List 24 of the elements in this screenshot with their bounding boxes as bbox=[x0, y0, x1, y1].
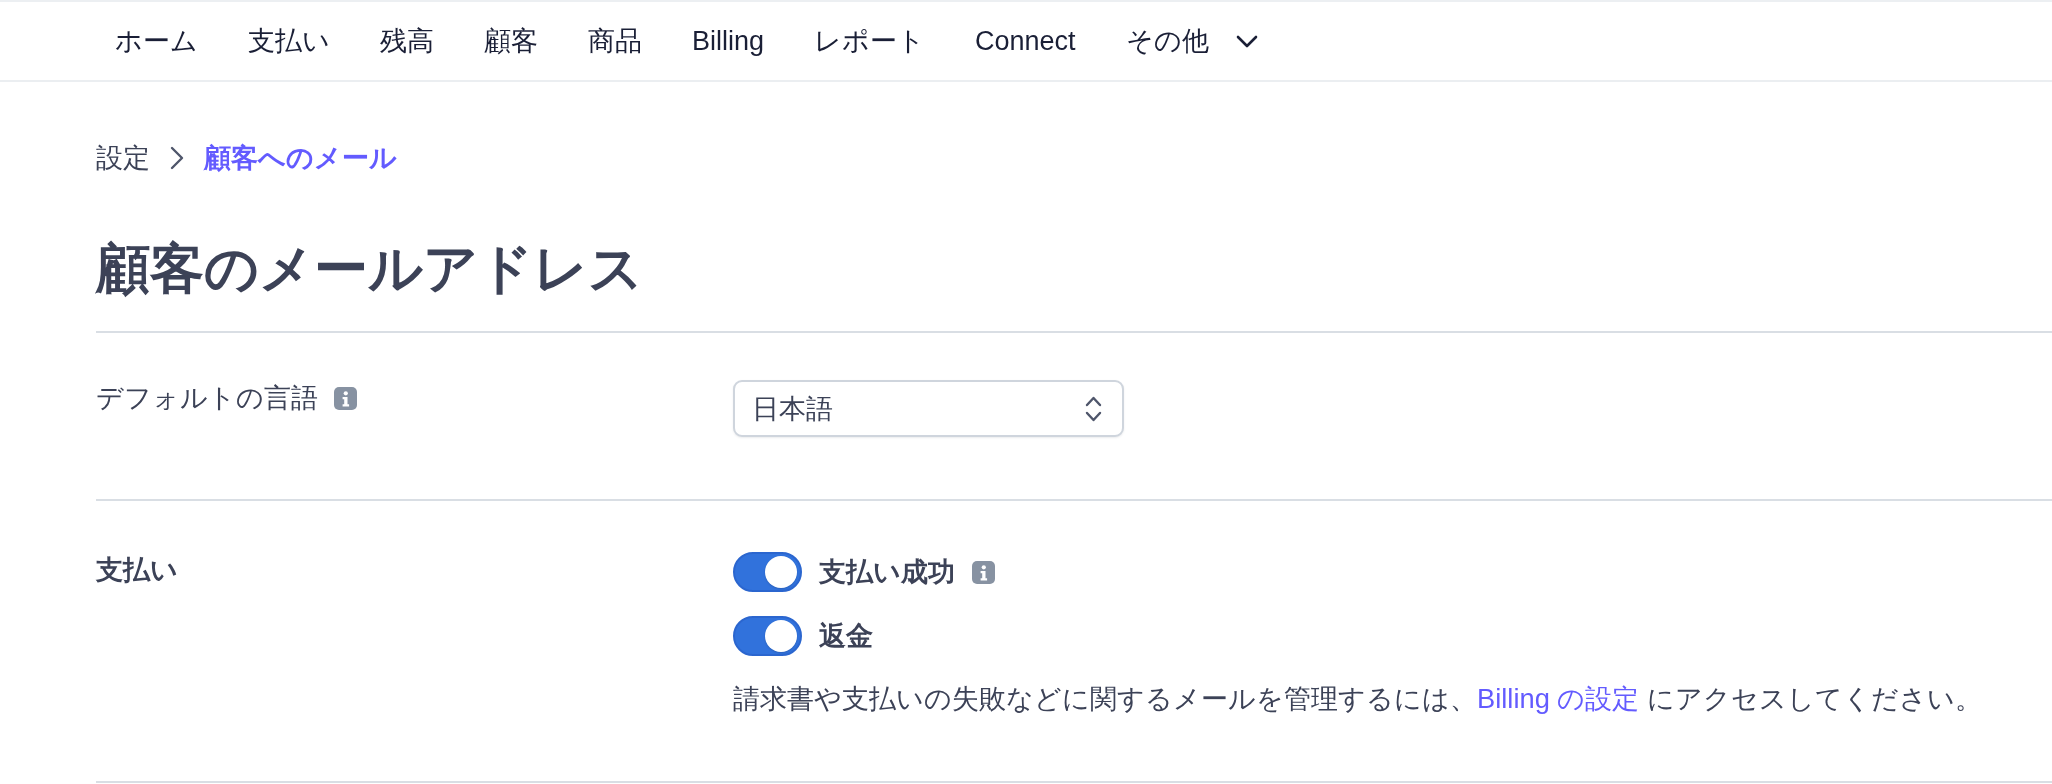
chevron-up-down-icon bbox=[1085, 395, 1102, 422]
nav-link[interactable]: レポート bbox=[814, 23, 926, 59]
nav-menu-button[interactable]: その他 bbox=[1125, 23, 1258, 59]
nav-link[interactable]: Billing bbox=[692, 23, 765, 59]
nav-link[interactable]: Connect bbox=[975, 23, 1076, 59]
help-text: 請求書や支払いの失敗などに関するメールを管理するには、Billing の設定 にアクセスしてください。 bbox=[733, 682, 1982, 716]
breadcrumb-link[interactable]: 顧客へのメール bbox=[204, 140, 397, 176]
page-title: 顧客のメールアドレス bbox=[96, 237, 643, 300]
billing-settings-link[interactable]: Billing の設定 bbox=[1477, 683, 1640, 714]
nav-link[interactable]: ホーム bbox=[115, 23, 198, 59]
nav-link[interactable]: 顧客 bbox=[484, 23, 538, 59]
section-heading: 支払い bbox=[96, 554, 178, 587]
toggle-label: 支払い成功 bbox=[819, 556, 955, 589]
nav-link[interactable]: 支払い bbox=[248, 23, 330, 59]
chevron-down-icon bbox=[1235, 34, 1258, 48]
field-label: デフォルトの言語 bbox=[96, 382, 318, 415]
chevron-right-icon bbox=[170, 146, 184, 170]
toggle-label: 返金 bbox=[819, 620, 873, 653]
nav-link[interactable]: 商品 bbox=[588, 23, 642, 59]
language-select[interactable]: 日本語 bbox=[733, 380, 1124, 437]
toggle-switch[interactable] bbox=[733, 616, 802, 656]
breadcrumb-link[interactable]: 設定 bbox=[96, 140, 150, 176]
toggle-switch[interactable] bbox=[733, 552, 802, 592]
nav-link[interactable]: 残高 bbox=[380, 23, 434, 59]
